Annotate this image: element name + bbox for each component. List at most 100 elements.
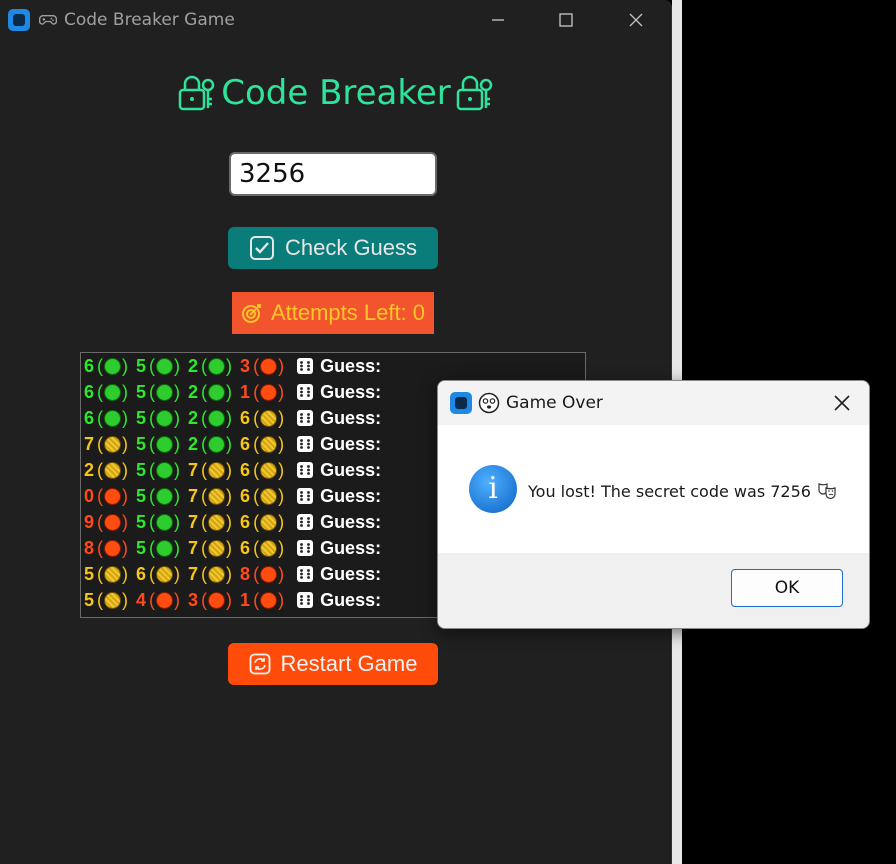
dice-icon xyxy=(297,384,314,400)
peg-digit: 2 xyxy=(188,355,199,376)
peg-yellow: 6() xyxy=(240,408,284,429)
peg-yellow: 6() xyxy=(240,434,284,455)
red-circle-icon xyxy=(156,591,174,609)
paren-close: ) xyxy=(226,485,233,506)
paren-open: ( xyxy=(253,459,260,480)
paren-close: ) xyxy=(278,537,285,558)
peg-digit: 2 xyxy=(188,381,199,402)
paren-close: ) xyxy=(122,589,129,610)
dialog-title: Game Over xyxy=(506,393,603,413)
paren-close: ) xyxy=(122,381,129,402)
dice-icon xyxy=(297,358,314,374)
paren-close: ) xyxy=(278,485,285,506)
peg-digit: 5 xyxy=(136,407,147,428)
paren-open: ( xyxy=(97,355,104,376)
peg-red: 8() xyxy=(84,538,128,559)
dice-icon xyxy=(297,410,314,426)
check-box-icon xyxy=(249,236,274,260)
green-circle-icon xyxy=(156,487,174,505)
peg-green: 5() xyxy=(136,512,180,533)
green-circle-icon xyxy=(208,409,226,427)
attempts-left-badge: Attempts Left: 0 xyxy=(232,292,434,334)
peg-digit: 5 xyxy=(136,537,147,558)
minimize-icon[interactable] xyxy=(478,6,518,34)
green-circle-icon xyxy=(208,357,226,375)
paren-open: ( xyxy=(253,537,260,558)
yellow-circle-icon xyxy=(208,565,226,583)
peg-yellow: 6() xyxy=(240,512,284,533)
peg-green: 5() xyxy=(136,408,180,429)
peg-digit: 7 xyxy=(188,459,199,480)
peg-digit: 7 xyxy=(188,485,199,506)
guess-label: Guess: xyxy=(320,381,382,402)
paren-close: ) xyxy=(278,563,285,584)
restart-game-button[interactable]: Restart Game xyxy=(228,643,438,685)
paren-close: ) xyxy=(122,433,129,454)
red-circle-icon xyxy=(104,487,122,505)
peg-digit: 5 xyxy=(136,511,147,532)
peg-yellow: 6() xyxy=(240,486,284,507)
yellow-circle-icon xyxy=(260,435,278,453)
peg-digit: 6 xyxy=(84,381,95,402)
paren-close: ) xyxy=(174,381,181,402)
peg-digit: 6 xyxy=(84,407,95,428)
green-circle-icon xyxy=(208,435,226,453)
paren-close: ) xyxy=(278,511,285,532)
guess-input[interactable] xyxy=(229,152,437,196)
peg-digit: 7 xyxy=(188,511,199,532)
paren-close: ) xyxy=(226,537,233,558)
peg-yellow: 7() xyxy=(188,538,232,559)
red-circle-icon xyxy=(260,383,278,401)
green-circle-icon xyxy=(156,409,174,427)
red-circle-icon xyxy=(104,539,122,557)
paren-close: ) xyxy=(226,511,233,532)
peg-digit: 2 xyxy=(84,459,95,480)
paren-close: ) xyxy=(122,355,129,376)
peg-red: 3() xyxy=(240,356,284,377)
guess-label: Guess: xyxy=(320,459,382,480)
close-icon[interactable] xyxy=(830,391,854,415)
paren-close: ) xyxy=(278,459,285,480)
dice-icon xyxy=(297,592,314,608)
maximize-icon[interactable] xyxy=(546,6,586,34)
peg-digit: 6 xyxy=(240,407,251,428)
check-guess-button[interactable]: Check Guess xyxy=(228,227,438,269)
guess-label: Guess: xyxy=(320,407,382,428)
peg-green: 2() xyxy=(188,356,232,377)
peg-digit: 5 xyxy=(136,433,147,454)
peg-digit: 6 xyxy=(240,485,251,506)
game-over-dialog: Game Over i You lost! The secret code wa… xyxy=(437,380,870,629)
peg-green: 2() xyxy=(188,382,232,403)
paren-open: ( xyxy=(97,381,104,402)
red-circle-icon xyxy=(260,565,278,583)
history-row: 6() 5() 2() 3() Guess: xyxy=(81,353,585,379)
paren-open: ( xyxy=(149,537,156,558)
dialog-title-bar[interactable]: Game Over xyxy=(438,381,869,425)
yellow-circle-icon xyxy=(260,461,278,479)
peg-yellow: 5() xyxy=(84,590,128,611)
peg-digit: 9 xyxy=(84,511,95,532)
peg-digit: 8 xyxy=(84,537,95,558)
paren-close: ) xyxy=(174,563,181,584)
target-icon xyxy=(241,304,261,323)
yellow-circle-icon xyxy=(260,409,278,427)
guess-label: Guess: xyxy=(320,433,382,454)
paren-close: ) xyxy=(226,355,233,376)
green-circle-icon xyxy=(156,357,174,375)
peg-digit: 7 xyxy=(84,433,95,454)
paren-open: ( xyxy=(149,589,156,610)
peg-yellow: 6() xyxy=(240,460,284,481)
paren-close: ) xyxy=(122,563,129,584)
paren-open: ( xyxy=(149,511,156,532)
close-icon[interactable] xyxy=(616,6,656,34)
paren-open: ( xyxy=(149,381,156,402)
app-icon xyxy=(8,9,30,31)
peg-digit: 6 xyxy=(240,537,251,558)
peg-digit: 2 xyxy=(188,407,199,428)
paren-open: ( xyxy=(253,511,260,532)
green-circle-icon xyxy=(156,539,174,557)
paren-open: ( xyxy=(97,485,104,506)
title-bar[interactable]: Code Breaker Game xyxy=(0,0,671,40)
paren-open: ( xyxy=(253,355,260,376)
ok-button[interactable]: OK xyxy=(731,569,843,607)
